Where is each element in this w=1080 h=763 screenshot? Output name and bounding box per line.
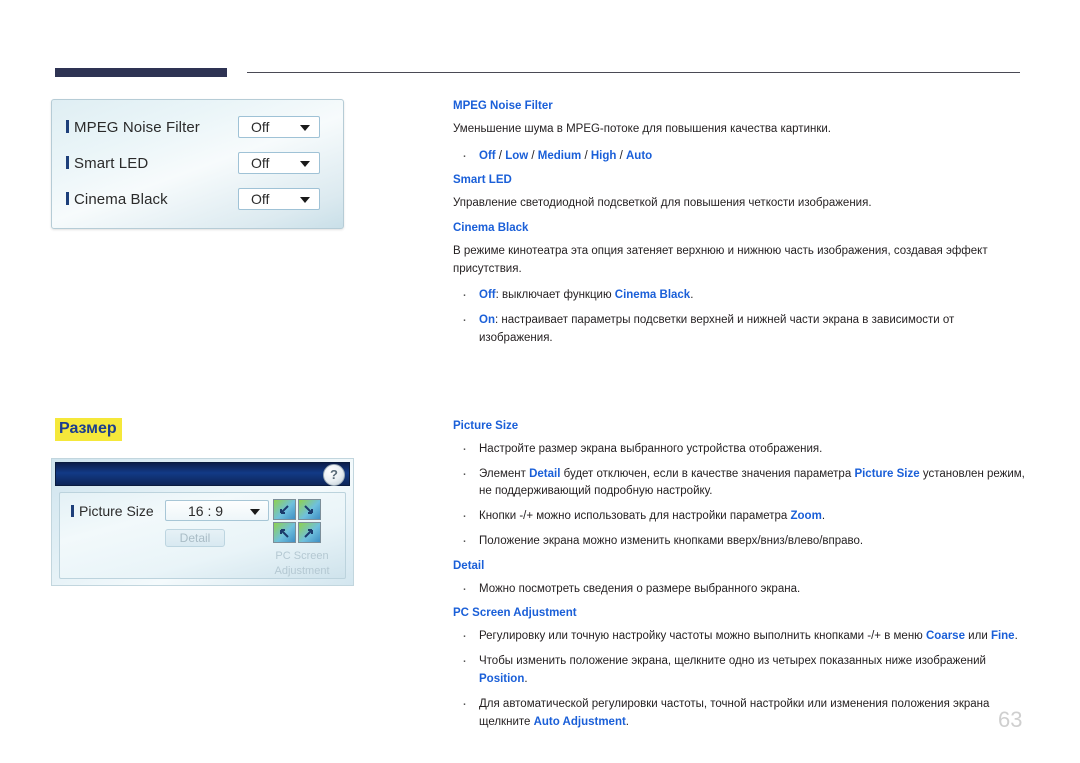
- bullet-list-pc-screen-adjustment: Регулировку или точную настройку частоты…: [453, 626, 1028, 732]
- osd-row-smart-led: Smart LED Off: [52, 149, 343, 185]
- position-bottom-right-icon[interactable]: [298, 522, 321, 543]
- bullet-list-cinema-black: Off: выключает функцию Cinema Black. On: …: [453, 285, 1028, 348]
- section-paragraph-smart-led: Управление светодиодной подсветкой для п…: [453, 197, 872, 210]
- emphasis-term: Fine: [990, 630, 1015, 643]
- pc-screen-adjustment-label: PC Screen Adjustment: [274, 550, 330, 577]
- osd-dropdown-value: Off: [251, 155, 270, 171]
- section-heading-cinema-black: Cinema Black: [453, 222, 529, 235]
- emphasis-term: Picture Size: [854, 467, 920, 480]
- body-text: Настройте размер экрана выбранного устро…: [479, 442, 823, 455]
- body-text: .: [1014, 630, 1018, 643]
- list-item: Off: выключает функцию Cinema Black.: [453, 285, 1028, 305]
- position-bottom-left-icon[interactable]: [273, 522, 296, 543]
- position-grid[interactable]: [273, 499, 321, 543]
- list-item: Положение экрана можно изменить кнопками…: [453, 531, 1028, 551]
- body-text: будет отключен, если в качестве значения…: [560, 467, 855, 480]
- body-text: : настраивает параметры подсветки верхне…: [479, 314, 955, 345]
- osd-dropdown-picture-size[interactable]: 16 : 9: [165, 500, 269, 521]
- list-item: On: настраивает параметры подсветки верх…: [453, 310, 1028, 348]
- emphasis-term: Coarse: [925, 630, 965, 643]
- position-top-right-icon[interactable]: [298, 499, 321, 520]
- chevron-down-icon: [300, 125, 310, 131]
- help-icon[interactable]: ?: [323, 464, 345, 486]
- body-text: /: [495, 149, 506, 162]
- list-item: Элемент Detail будет отключен, если в ка…: [453, 464, 1028, 502]
- emphasis-term: Medium: [537, 149, 582, 162]
- page-header-rule: [55, 68, 1020, 78]
- section-heading-mpeg-noise-filter: MPEG Noise Filter: [453, 100, 553, 112]
- body-text: Кнопки -/+ можно использовать для настро…: [479, 510, 791, 523]
- body-text: Можно посмотреть сведения о размере выбр…: [479, 582, 801, 595]
- list-item: Можно посмотреть сведения о размере выбр…: [453, 579, 1028, 599]
- osd-picture-size-body: Picture Size 16 : 9 Detail PC Screen Adj…: [59, 492, 346, 579]
- body-text: Чтобы изменить положение экрана, щелкнит…: [479, 655, 986, 668]
- body-text: /: [581, 149, 591, 162]
- emphasis-term: High: [590, 149, 617, 162]
- osd-dropdown-value: Off: [251, 119, 270, 135]
- osd-label-cinema-black: Cinema Black: [66, 191, 168, 208]
- bullet-list-picture-size: Настройте размер экрана выбранного устро…: [453, 439, 1028, 551]
- osd-label-mpeg-noise-filter: MPEG Noise Filter: [66, 119, 200, 136]
- bullet-list-mpeg-noise-filter: Off / Low / Medium / High / Auto: [453, 146, 1028, 166]
- osd-row-cinema-black: Cinema Black Off: [52, 185, 343, 221]
- section-paragraph-cinema-black: В режиме кинотеатра эта опция затеняет в…: [453, 244, 988, 275]
- chevron-down-icon: [300, 161, 310, 167]
- position-top-left-icon[interactable]: [273, 499, 296, 520]
- body-text: Элемент: [479, 467, 530, 480]
- section-heading-picture-size: Picture Size: [453, 420, 519, 432]
- osd-dropdown-mpeg-noise-filter[interactable]: Off: [238, 116, 320, 138]
- emphasis-term: Detail: [529, 467, 561, 480]
- header-tab-block: [55, 68, 227, 77]
- list-item: Чтобы изменить положение экрана, щелкнит…: [453, 651, 1028, 689]
- chevron-down-icon: [300, 197, 310, 203]
- page-number: 63: [998, 707, 1023, 732]
- emphasis-term: Position: [479, 672, 525, 685]
- body-text: /: [616, 149, 626, 162]
- osd-label-smart-led: Smart LED: [66, 155, 148, 172]
- header-horizontal-line: [247, 72, 1020, 73]
- section-heading-detail: Detail: [453, 559, 485, 572]
- body-text: Регулировку или точную настройку частоты…: [479, 630, 926, 643]
- body-text: .: [625, 715, 629, 728]
- body-text: /: [528, 149, 538, 162]
- osd-dropdown-value: Off: [251, 191, 270, 207]
- section-heading-smart-led: Smart LED: [453, 174, 512, 187]
- osd-dropdown-cinema-black[interactable]: Off: [238, 188, 320, 210]
- list-item: Настройте размер экрана выбранного устро…: [453, 439, 1028, 459]
- emphasis-term: Off: [479, 149, 496, 162]
- emphasis-term: Cinema Black: [614, 289, 691, 302]
- doc-column-top: MPEG Noise Filter Уменьшение шума в MPEG-…: [453, 100, 1028, 357]
- emphasis-term: Off: [479, 289, 496, 302]
- body-text: : выключает функцию: [495, 289, 615, 302]
- osd-titlebar: ?: [55, 462, 350, 486]
- body-text: .: [524, 672, 528, 685]
- emphasis-term: On: [479, 314, 495, 327]
- osd-row-mpeg-noise-filter: MPEG Noise Filter Off: [52, 113, 343, 149]
- section-heading-pc-screen-adjustment: PC Screen Adjustment: [453, 607, 577, 620]
- osd-label-picture-size: Picture Size: [71, 503, 154, 519]
- list-item: Off / Low / Medium / High / Auto: [453, 146, 1028, 166]
- section-paragraph-mpeg-noise-filter: Уменьшение шума в MPEG-потоке для повыше…: [453, 122, 831, 135]
- osd-dropdown-value: 16 : 9: [188, 503, 224, 519]
- detail-button[interactable]: Detail: [165, 529, 225, 547]
- doc-column-bottom: Picture Size Настройте размер экрана выбр…: [453, 420, 1028, 740]
- bullet-list-detail: Можно посмотреть сведения о размере выбр…: [453, 579, 1028, 599]
- chevron-down-icon: [250, 509, 260, 515]
- body-text: или: [964, 630, 991, 643]
- osd-dropdown-smart-led[interactable]: Off: [238, 152, 320, 174]
- emphasis-term: Low: [505, 149, 529, 162]
- emphasis-term: Auto: [626, 149, 653, 162]
- list-item: Кнопки -/+ можно использовать для настро…: [453, 506, 1028, 526]
- body-text: .: [821, 510, 826, 523]
- list-item: Для автоматической регулировки частоты, …: [453, 694, 1028, 732]
- osd-menu-screenshot: MPEG Noise Filter Off Smart LED Off Cine…: [51, 99, 344, 229]
- section-heading-razmer: Размер: [55, 418, 122, 441]
- emphasis-term: Auto Adjustment: [533, 715, 626, 728]
- list-item: Регулировку или точную настройку частоты…: [453, 626, 1028, 646]
- osd-picture-size-screenshot: ? Picture Size 16 : 9 Detail PC Screen A…: [51, 458, 354, 586]
- body-text: .: [690, 289, 694, 302]
- body-text: Положение экрана можно изменить кнопками…: [479, 535, 864, 548]
- emphasis-term: Zoom: [790, 510, 822, 523]
